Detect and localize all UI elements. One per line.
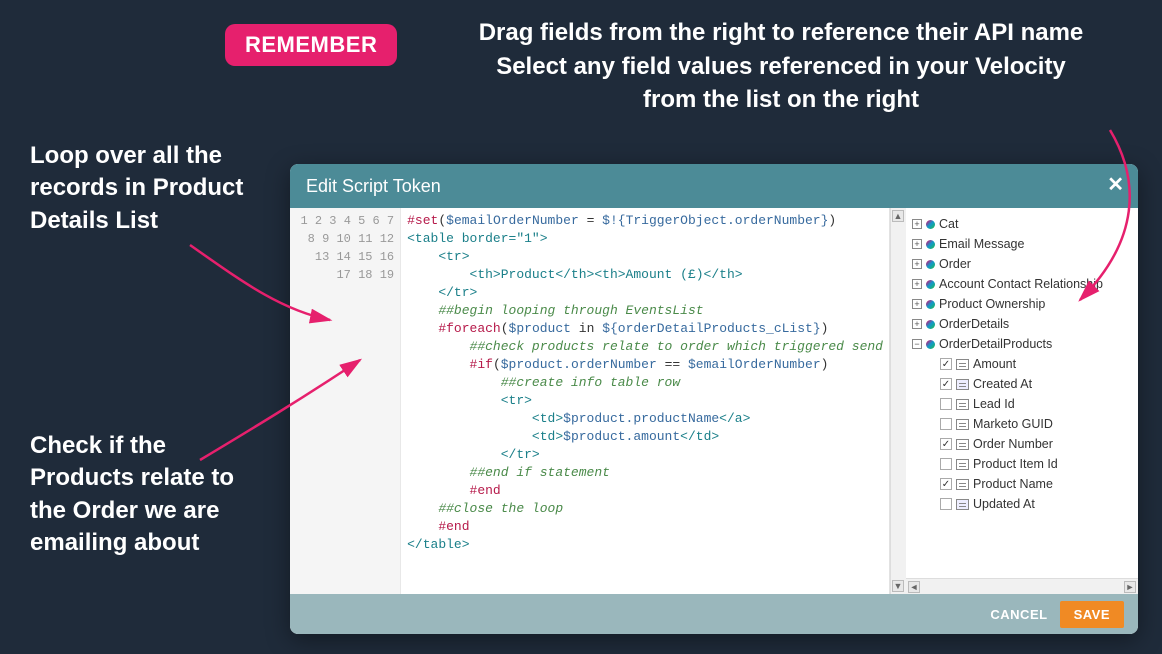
field-label: Updated At <box>973 497 1035 511</box>
field-label: Created At <box>973 377 1032 391</box>
dialog-footer: CANCEL SAVE <box>290 594 1138 634</box>
checkbox-icon[interactable] <box>940 458 952 470</box>
expand-icon[interactable]: + <box>912 319 922 329</box>
checkbox-icon[interactable]: ✓ <box>940 438 952 450</box>
field-order-number[interactable]: ✓ Order Number <box>940 434 1134 454</box>
field-product-item-id[interactable]: Product Item Id <box>940 454 1134 474</box>
tree-label: Cat <box>939 217 958 231</box>
tree-children: ✓ Amount ✓ Created At Lead Id <box>910 354 1134 514</box>
field-label: Order Number <box>973 437 1053 451</box>
tree-node-email-message[interactable]: + Email Message <box>910 234 1134 254</box>
object-icon <box>926 340 935 349</box>
annotation-loop: Loop over all the records in Product Det… <box>30 140 260 237</box>
expand-icon[interactable]: + <box>912 279 922 289</box>
scroll-right-icon[interactable]: ► <box>1124 581 1136 593</box>
field-updated-at[interactable]: Updated At <box>940 494 1134 514</box>
tree-node-order-detail-products[interactable]: − OrderDetailProducts <box>910 334 1134 354</box>
tree-node-order[interactable]: + Order <box>910 254 1134 274</box>
field-label: Product Name <box>973 477 1053 491</box>
checkbox-icon[interactable]: ✓ <box>940 378 952 390</box>
field-created-at[interactable]: ✓ Created At <box>940 374 1134 394</box>
tree-label: Order <box>939 257 971 271</box>
instructions-line: Drag fields from the right to reference … <box>420 16 1142 50</box>
code-editor[interactable]: 1 2 3 4 5 6 7 8 9 10 11 12 13 14 15 16 1… <box>290 208 890 594</box>
field-icon <box>956 439 969 450</box>
date-field-icon <box>956 379 969 390</box>
scroll-up-icon[interactable]: ▲ <box>892 210 904 222</box>
field-icon <box>956 399 969 410</box>
field-label: Marketo GUID <box>973 417 1053 431</box>
object-icon <box>926 240 935 249</box>
panel-horizontal-scrollbar[interactable]: ◄ ► <box>906 578 1138 594</box>
tree-label: Account Contact Relationship <box>939 277 1103 291</box>
instructions-line: from the list on the right <box>420 83 1142 117</box>
close-icon[interactable]: ✕ <box>1107 172 1124 197</box>
tree-label: OrderDetails <box>939 317 1009 331</box>
date-field-icon <box>956 499 969 510</box>
tree-label: Email Message <box>939 237 1024 251</box>
field-label: Product Item Id <box>973 457 1058 471</box>
dialog-body: 1 2 3 4 5 6 7 8 9 10 11 12 13 14 15 16 1… <box>290 208 1138 594</box>
object-icon <box>926 280 935 289</box>
checkbox-icon[interactable] <box>940 398 952 410</box>
code-content[interactable]: #set($emailOrderNumber = $!{TriggerObjec… <box>401 208 889 594</box>
field-tree-panel: + Cat + Email Message + Order + Account … <box>906 208 1138 594</box>
cancel-button[interactable]: CANCEL <box>990 607 1047 622</box>
dialog-header: Edit Script Token ✕ <box>290 164 1138 208</box>
object-icon <box>926 260 935 269</box>
instructions-line: Select any field values referenced in yo… <box>420 50 1142 84</box>
tree-node-order-details[interactable]: + OrderDetails <box>910 314 1134 334</box>
collapse-icon[interactable]: − <box>912 339 922 349</box>
field-marketo-guid[interactable]: Marketo GUID <box>940 414 1134 434</box>
checkbox-icon[interactable]: ✓ <box>940 478 952 490</box>
edit-script-token-dialog: Edit Script Token ✕ 1 2 3 4 5 6 7 8 9 10… <box>290 164 1138 634</box>
annotation-check: Check if the Products relate to the Orde… <box>30 430 260 560</box>
line-number-gutter: 1 2 3 4 5 6 7 8 9 10 11 12 13 14 15 16 1… <box>290 208 401 594</box>
field-lead-id[interactable]: Lead Id <box>940 394 1134 414</box>
field-label: Lead Id <box>973 397 1015 411</box>
checkbox-icon[interactable] <box>940 418 952 430</box>
checkbox-icon[interactable] <box>940 498 952 510</box>
object-icon <box>926 220 935 229</box>
tree-label: Product Ownership <box>939 297 1045 311</box>
scroll-down-icon[interactable]: ▼ <box>892 580 904 592</box>
field-icon <box>956 359 969 370</box>
field-icon <box>956 419 969 430</box>
editor-vertical-scrollbar[interactable]: ▲ ▼ <box>890 208 906 594</box>
field-icon <box>956 479 969 490</box>
object-icon <box>926 300 935 309</box>
remember-badge: REMEMBER <box>225 24 397 66</box>
field-label: Amount <box>973 357 1016 371</box>
scroll-left-icon[interactable]: ◄ <box>908 581 920 593</box>
checkbox-icon[interactable]: ✓ <box>940 358 952 370</box>
object-icon <box>926 320 935 329</box>
tree-label: OrderDetailProducts <box>939 337 1052 351</box>
tree-node-cat[interactable]: + Cat <box>910 214 1134 234</box>
field-icon <box>956 459 969 470</box>
field-amount[interactable]: ✓ Amount <box>940 354 1134 374</box>
tree-node-product-ownership[interactable]: + Product Ownership <box>910 294 1134 314</box>
dialog-title: Edit Script Token <box>306 176 441 197</box>
expand-icon[interactable]: + <box>912 259 922 269</box>
expand-icon[interactable]: + <box>912 239 922 249</box>
field-product-name[interactable]: ✓ Product Name <box>940 474 1134 494</box>
expand-icon[interactable]: + <box>912 299 922 309</box>
save-button[interactable]: SAVE <box>1060 601 1124 628</box>
expand-icon[interactable]: + <box>912 219 922 229</box>
instructions-block: Drag fields from the right to reference … <box>420 16 1142 117</box>
tree-node-account-contact-relationship[interactable]: + Account Contact Relationship <box>910 274 1134 294</box>
